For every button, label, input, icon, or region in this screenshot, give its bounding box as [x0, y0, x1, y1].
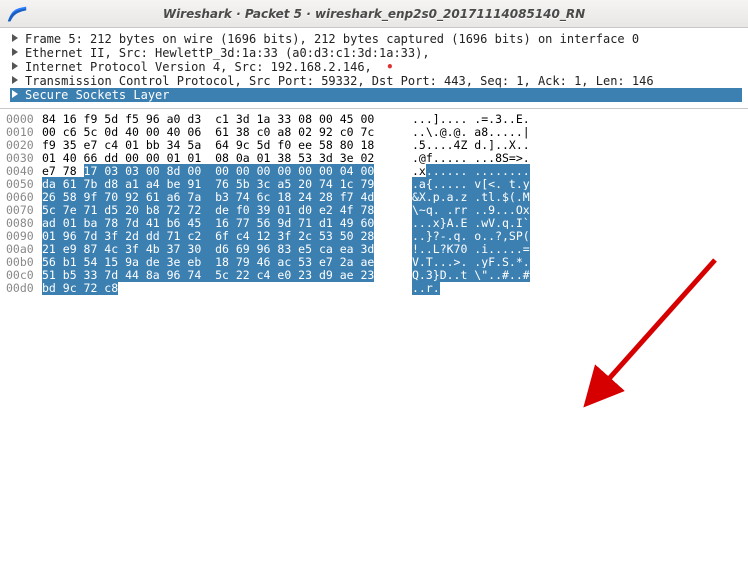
hex-bytes-selected: ad 01 ba 78 7d 41 b6 45 16 77 56 9d 71 d… — [42, 216, 374, 230]
hex-ascii-plain: ..\.@.@. a8.....| — [412, 125, 530, 139]
hex-bytes-selected: da 61 7b d8 a1 a4 be 91 76 5b 3c a5 20 7… — [42, 177, 374, 191]
tree-row-label: Secure Sockets Layer — [25, 88, 170, 102]
packet-bytes-hex[interactable]: 000084 16 f9 5d f5 96 a0 d3 c1 3d 1a 33 … — [0, 108, 748, 301]
window-title: Wireshark · Packet 5 · wireshark_enp2s0_… — [0, 7, 748, 21]
expand-arrow-icon[interactable] — [11, 48, 21, 58]
hex-bytes-selected: 51 b5 33 7d 44 8a 96 74 5c 22 c4 e0 23 d… — [42, 268, 374, 282]
hex-ascii-selected: V.T...>. .yF.S.*. — [412, 255, 530, 269]
hex-bytes-selected: 5c 7e 71 d5 20 b8 72 72 de f0 39 01 d0 e… — [42, 203, 374, 217]
tree-row[interactable]: Secure Sockets Layer — [10, 88, 742, 102]
expand-arrow-icon[interactable] — [11, 90, 21, 100]
hex-ascii-plain: .5....4Z d.]..X.. — [412, 138, 530, 152]
hex-bytes-selected: 21 e9 87 4c 3f 4b 37 30 d6 69 96 83 e5 c… — [42, 242, 374, 256]
hex-bytes-selected: 01 96 7d 3f 2d dd 71 c2 6f c4 12 3f 2c 5… — [42, 229, 374, 243]
tree-row-label: Frame 5: 212 bytes on wire (1696 bits), … — [25, 32, 639, 46]
hex-bytes-plain: e7 78 — [42, 164, 84, 178]
expand-arrow-icon[interactable] — [11, 34, 21, 44]
hex-bytes-selected: 56 b1 54 15 9a de 3e eb 18 79 46 ac 53 e… — [42, 255, 374, 269]
expand-arrow-icon[interactable] — [11, 62, 21, 72]
hex-offset: 00d0 — [6, 282, 42, 295]
hex-bytes-selected: 26 58 9f 70 92 61 a6 7a b3 74 6c 18 24 2… — [42, 190, 374, 204]
hex-ascii-selected: ..r. — [412, 281, 440, 295]
hex-bytes-selected: bd 9c 72 c8 — [42, 281, 118, 295]
hex-ascii-selected: .a{..... v[<. t.y — [412, 177, 530, 191]
expand-arrow-icon[interactable] — [11, 76, 21, 86]
hex-ascii-selected: ...... ........ — [426, 164, 530, 178]
hex-ascii-selected: ..}?-.q. o..?,SP( — [412, 229, 530, 243]
hex-ascii-plain: ...].... .=.3..E. — [412, 112, 530, 126]
hex-bytes-plain: 84 16 f9 5d f5 96 a0 d3 c1 3d 1a 33 08 0… — [42, 112, 374, 126]
tree-row-label: Transmission Control Protocol, Src Port:… — [25, 74, 654, 88]
hex-ascii-selected: ...x}A.E .wV.q.I` — [412, 216, 530, 230]
hex-ascii-plain: .@f..... ...8S=>. — [412, 151, 530, 165]
hex-bytes-plain: 00 c6 5c 0d 40 00 40 06 61 38 c0 a8 02 9… — [42, 125, 374, 139]
hex-row[interactable]: 00d0bd 9c 72 c8 ..r. — [6, 282, 742, 295]
tree-row[interactable]: Frame 5: 212 bytes on wire (1696 bits), … — [10, 32, 742, 46]
tree-row-label: Ethernet II, Src: HewlettP_3d:1a:33 (a0:… — [25, 46, 430, 60]
tree-row[interactable]: Transmission Control Protocol, Src Port:… — [10, 74, 742, 88]
tree-row[interactable]: Ethernet II, Src: HewlettP_3d:1a:33 (a0:… — [10, 46, 742, 60]
hex-bytes[interactable]: bd 9c 72 c8 — [42, 282, 402, 295]
window-titlebar[interactable]: Wireshark · Packet 5 · wireshark_enp2s0_… — [0, 0, 748, 28]
hex-bytes-selected: 17 03 03 00 8d 00 00 00 00 00 00 00 04 0… — [84, 164, 375, 178]
hex-ascii-selected: &X.p.a.z .tl.$(.M — [412, 190, 530, 204]
hex-bytes-plain: f9 35 e7 c4 01 bb 34 5a 64 9c 5d f0 ee 5… — [42, 138, 374, 152]
hex-ascii-selected: Q.3}D..t \"..#..# — [412, 268, 530, 282]
tree-row[interactable]: Internet Protocol Version 4, Src: 192.16… — [10, 60, 742, 74]
hex-ascii-selected: \~q. .rr ..9...Ox — [412, 203, 530, 217]
packet-details-tree[interactable]: Frame 5: 212 bytes on wire (1696 bits), … — [0, 28, 748, 108]
marker-dot-icon: • — [386, 60, 393, 74]
hex-ascii-plain: .x — [412, 164, 426, 178]
wireshark-fin-icon — [6, 3, 28, 25]
hex-bytes-plain: 01 40 66 dd 00 00 01 01 08 0a 01 38 53 3… — [42, 151, 374, 165]
tree-row-label: Internet Protocol Version 4, Src: 192.16… — [25, 60, 386, 74]
hex-ascii[interactable]: ..r. — [412, 282, 562, 295]
hex-ascii-selected: !..L?K70 .i.....= — [412, 242, 530, 256]
